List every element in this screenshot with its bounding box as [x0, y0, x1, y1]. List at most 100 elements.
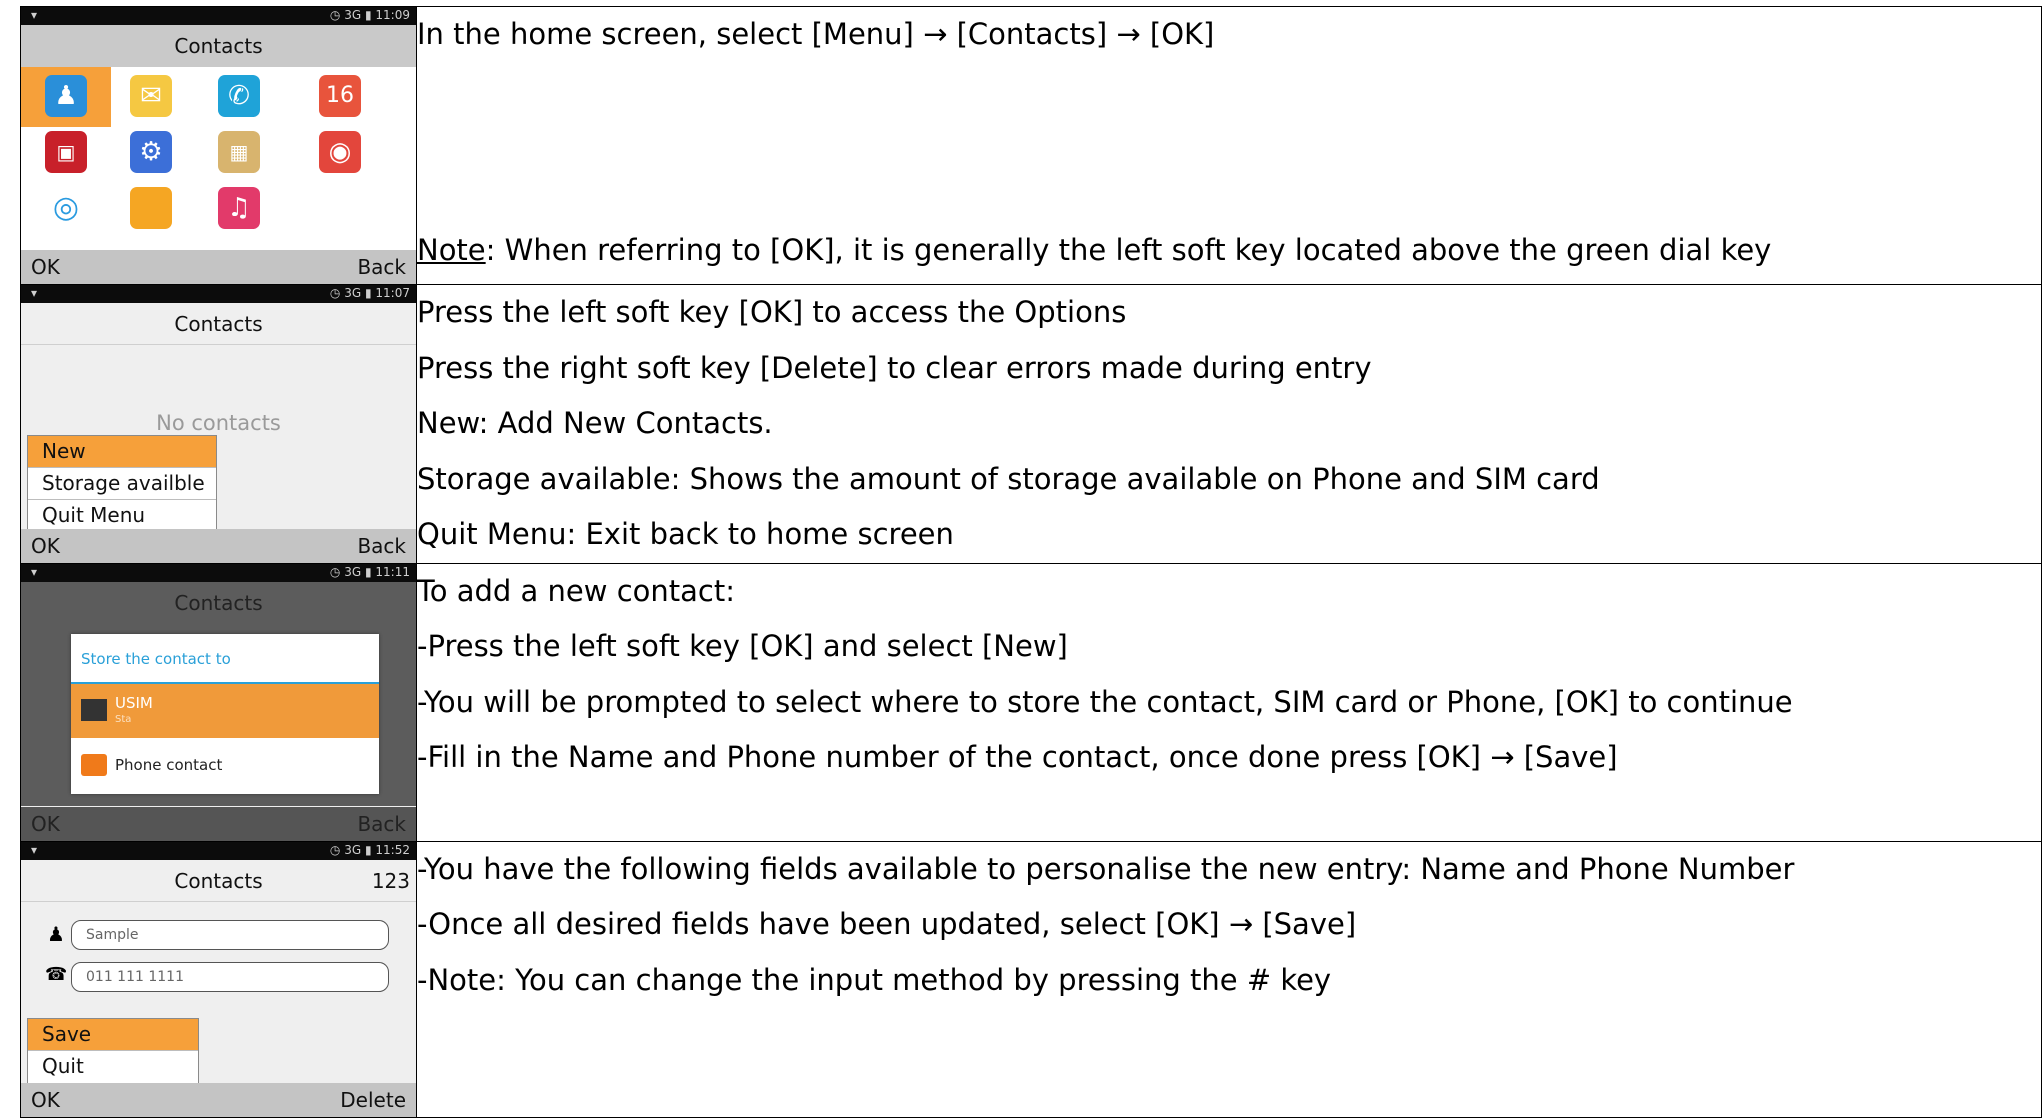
- signal-icon: ▾: [31, 286, 38, 300]
- instruction-line: Quit Menu: Exit back to home screen: [417, 517, 954, 551]
- phone-number-field[interactable]: 011 111 1111: [71, 961, 389, 992]
- note-label: Note: [417, 232, 486, 267]
- table-row: ▾ ◷ 3G ▮ 11:52 Contacts 123 ♟ Sample ☎ 0…: [20, 840, 2042, 1118]
- add-person-icon: ♟: [47, 921, 65, 946]
- instruction-line: To add a new contact:: [417, 573, 735, 608]
- screen-title-text: Contacts: [174, 868, 263, 893]
- phone-contact-icon: [81, 753, 107, 776]
- sim-card-icon: [81, 698, 107, 721]
- left-soft-key[interactable]: OK: [31, 807, 60, 841]
- notes-app-icon[interactable]: ▦: [218, 131, 260, 173]
- empty-state-text: No contacts: [156, 411, 281, 435]
- dialog-title: Store the contact to: [71, 634, 379, 684]
- phone-screen-home-menu: ▾ ◷ 3G ▮ 11:09 Contacts ♟ ✉ ✆ 16 ▣ ⚙ ▦ ◉…: [21, 7, 416, 284]
- app-grid: ♟ ✉ ✆ 16 ▣ ⚙ ▦ ◉ ◎ ♫: [21, 67, 416, 251]
- instruction-cell: -You have the following fields available…: [416, 840, 2042, 1118]
- instruction-line: -Note: You can change the input method b…: [417, 962, 1332, 997]
- right-soft-key[interactable]: Back: [357, 250, 406, 284]
- instruction-line: -Press the left soft key [OK] and select…: [417, 629, 1068, 663]
- instruction-line: -Fill in the Name and Phone number of th…: [417, 740, 1618, 774]
- instruction-line: In the home screen, select [Menu] → [Con…: [417, 17, 1215, 51]
- file-manager-app-icon[interactable]: [130, 187, 172, 229]
- instruction-line: -You will be prompted to select where to…: [417, 684, 1793, 719]
- browser-app-icon[interactable]: ◉: [319, 131, 361, 173]
- calendar-app-icon[interactable]: 16: [319, 75, 361, 117]
- instruction-line: Storage available: Shows the amount of s…: [417, 461, 1600, 496]
- alarm-icon: ◷: [329, 564, 341, 579]
- network-type: 3G: [344, 8, 362, 22]
- contacts-app-icon[interactable]: ♟: [45, 75, 87, 117]
- dimmed-background: Contacts Store the contact to USIM Sta P…: [21, 581, 416, 806]
- signal-icon: ▾: [31, 8, 38, 22]
- status-time: 11:52: [375, 842, 410, 857]
- left-soft-key[interactable]: OK: [31, 529, 60, 563]
- right-soft-key[interactable]: Back: [357, 529, 406, 563]
- menu-item-quit[interactable]: Quit: [28, 1051, 198, 1083]
- screenshot-cell: ▾ ◷ 3G ▮ 11:52 Contacts 123 ♟ Sample ☎ 0…: [20, 840, 417, 1118]
- menu-item-save[interactable]: Save: [28, 1018, 198, 1051]
- option-phone-contact[interactable]: Phone contact: [71, 738, 379, 792]
- options-menu: Save Quit: [27, 1017, 199, 1084]
- menu-item-quit-menu[interactable]: Quit Menu: [28, 500, 216, 532]
- note-text: : When referring to [OK], it is generall…: [485, 232, 1772, 267]
- right-soft-key[interactable]: Delete: [340, 1083, 406, 1117]
- instruction-cell: To add a new contact: -Press the left so…: [416, 562, 2042, 842]
- options-menu: New Storage availble Quit Menu: [27, 435, 217, 533]
- soft-key-bar: OK Back: [21, 806, 416, 841]
- settings-app-icon[interactable]: ⚙: [130, 131, 172, 173]
- phone-screen-store-dialog: ▾ ◷ 3G ▮ 11:11 Contacts Store the contac…: [21, 563, 416, 841]
- left-soft-key[interactable]: OK: [31, 1083, 60, 1117]
- store-contact-dialog: Store the contact to USIM Sta Phone cont…: [71, 633, 379, 794]
- instruction-cell: In the home screen, select [Menu] → [Con…: [416, 6, 2042, 285]
- screen-title: Contacts: [21, 25, 416, 67]
- name-field[interactable]: Sample: [71, 919, 389, 950]
- status-time: 11:11: [375, 564, 410, 579]
- battery-icon: ▮: [364, 286, 372, 300]
- status-bar: ▾ ◷ 3G ▮ 11:52: [21, 841, 416, 860]
- input-mode-indicator: 123: [371, 868, 410, 893]
- phone-screen-contacts-options: ▾ ◷ 3G ▮ 11:07 Contacts No contacts New …: [21, 285, 416, 563]
- menu-item-storage[interactable]: Storage availble: [28, 468, 216, 500]
- screen-title: Contacts: [21, 303, 416, 345]
- phone-screen-new-contact: ▾ ◷ 3G ▮ 11:52 Contacts 123 ♟ Sample ☎ 0…: [21, 841, 416, 1117]
- screen-title: Contacts: [174, 590, 263, 615]
- instruction-line: Press the right soft key [Delete] to cle…: [417, 350, 1372, 385]
- messages-app-icon[interactable]: ✉: [130, 75, 172, 117]
- network-type: 3G: [344, 286, 362, 300]
- battery-icon: ▮: [364, 842, 372, 857]
- alarm-icon: ◷: [329, 8, 341, 22]
- table-row: ▾ ◷ 3G ▮ 11:09 Contacts ♟ ✉ ✆ 16 ▣ ⚙ ▦ ◉…: [20, 6, 2042, 285]
- option-usim[interactable]: USIM Sta: [71, 683, 379, 738]
- option-sublabel: Sta: [115, 713, 132, 725]
- instruction-line: -Once all desired fields have been updat…: [417, 907, 1357, 941]
- status-bar: ▾ ◷ 3G ▮ 11:07: [21, 285, 416, 303]
- note-line: Note: When referring to [OK], it is gene…: [417, 223, 1771, 279]
- table-row: ▾ ◷ 3G ▮ 11:11 Contacts Store the contac…: [20, 562, 2042, 842]
- instruction-table: ▾ ◷ 3G ▮ 11:09 Contacts ♟ ✉ ✆ 16 ▣ ⚙ ▦ ◉…: [20, 6, 2042, 1118]
- right-soft-key[interactable]: Back: [357, 807, 406, 841]
- alarm-icon: ◷: [329, 842, 341, 857]
- screenshot-cell: ▾ ◷ 3G ▮ 11:09 Contacts ♟ ✉ ✆ 16 ▣ ⚙ ▦ ◉…: [20, 6, 417, 285]
- status-bar: ▾ ◷ 3G ▮ 11:11: [21, 563, 416, 582]
- network-type: 3G: [344, 564, 362, 579]
- soft-key-bar: OK Delete: [21, 1082, 416, 1117]
- wifi-app-icon[interactable]: ◎: [45, 187, 87, 229]
- music-app-icon[interactable]: ♫: [218, 187, 260, 229]
- soft-key-bar: OK Back: [21, 250, 416, 284]
- alarm-icon: ◷: [329, 286, 341, 300]
- instruction-cell: Press the left soft key [OK] to access t…: [416, 284, 2042, 564]
- toolbox-app-icon[interactable]: ▣: [45, 131, 87, 173]
- status-bar: ▾ ◷ 3G ▮ 11:09: [21, 7, 416, 25]
- network-type: 3G: [344, 842, 362, 857]
- menu-item-new[interactable]: New: [28, 436, 216, 468]
- screenshot-cell: ▾ ◷ 3G ▮ 11:07 Contacts No contacts New …: [20, 284, 417, 564]
- left-soft-key[interactable]: OK: [31, 250, 60, 284]
- screenshot-cell: ▾ ◷ 3G ▮ 11:11 Contacts Store the contac…: [20, 562, 417, 842]
- soft-key-bar: OK Back: [21, 528, 416, 563]
- signal-icon: ▾: [31, 842, 38, 857]
- battery-icon: ▮: [364, 8, 372, 22]
- battery-icon: ▮: [364, 564, 372, 579]
- instruction-line: New: Add New Contacts.: [417, 406, 773, 440]
- screen-title: Contacts 123: [21, 859, 416, 902]
- phone-app-icon[interactable]: ✆: [218, 75, 260, 117]
